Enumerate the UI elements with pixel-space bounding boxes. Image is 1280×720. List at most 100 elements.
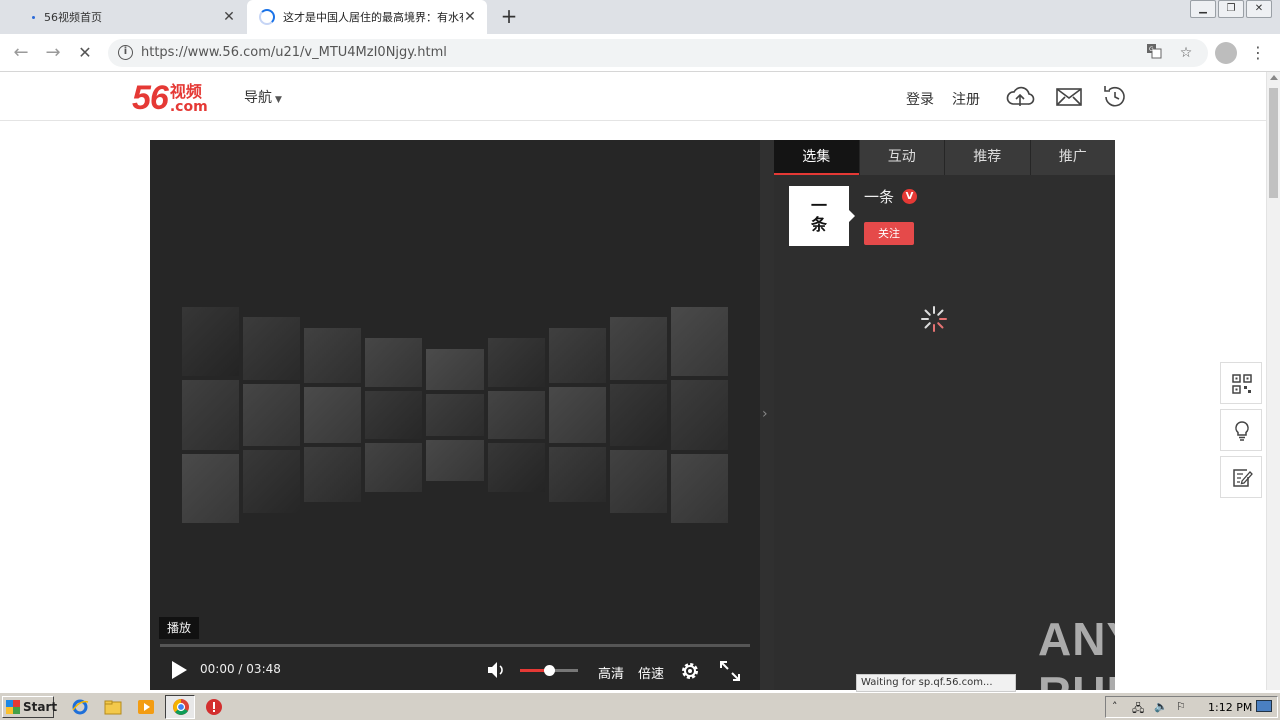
quality-button[interactable]: 高清 [598,663,624,682]
start-label: Start [23,700,58,714]
desktop-icon[interactable] [1256,700,1272,712]
tab-title: 56视频首页 [44,11,102,24]
speaker-icon[interactable]: 🔈 [1154,700,1168,713]
nav-dropdown[interactable]: 导航 ▼ [244,87,282,107]
follow-button[interactable]: 关注 [864,222,914,245]
translate-icon[interactable]: G [1144,43,1164,63]
poster-thumbnail [304,327,362,384]
tab-close-icon[interactable]: ✕ [463,10,477,24]
qrcode-button[interactable] [1220,362,1262,404]
media-player-icon[interactable] [137,698,155,716]
stop-loading-icon[interactable]: ✕ [74,42,96,64]
window-close-icon[interactable]: ✕ [1246,0,1272,18]
lightbulb-icon [1235,421,1249,441]
poster-thumbnail [670,380,728,450]
volume-slider[interactable] [520,665,578,676]
time-separator: / [238,662,243,676]
tab-title: 这才是中国人居住的最高境界：有水有 [283,11,463,24]
poster-thumbnail [548,327,606,384]
url-text[interactable]: https://www.56.com/u21/v_MTU4MzI0Njgy.ht… [141,45,447,60]
play-button[interactable] [168,659,190,681]
caret-down-icon: ▼ [275,95,282,105]
idea-button[interactable] [1220,409,1262,451]
bookmark-star-icon[interactable]: ☆ [1176,43,1196,63]
author-avatar[interactable]: 一 条 [789,186,849,246]
browser-menu-icon[interactable]: ⋮ [1250,42,1266,64]
video-player[interactable]: 播放 00:00 / 03:48 高清 倍速 [150,140,760,690]
edit-icon [1233,469,1253,487]
duration: 03:48 [246,662,281,676]
poster-thumbnail [487,338,545,387]
back-arrow-icon[interactable]: ← [10,42,32,64]
logo-number: 56 [132,79,169,117]
avatar-glyph: 一 条 [789,196,849,234]
site-logo[interactable]: 56 视频 .com [132,79,208,117]
forward-arrow-icon[interactable]: → [42,42,64,64]
profile-avatar-icon[interactable] [1215,42,1237,64]
site-info-icon[interactable]: i [118,45,133,60]
network-icon[interactable]: 🖧 [1132,700,1144,719]
feedback-button[interactable] [1220,456,1262,498]
poster-thumbnail [609,317,667,380]
scroll-up-icon[interactable] [1270,75,1278,80]
new-tab-button[interactable]: + [498,6,520,28]
speed-button[interactable]: 倍速 [638,663,664,682]
tab-episodes[interactable]: 选集 [774,140,859,175]
poster-thumbnail [304,387,362,443]
panel-collapse-toggle[interactable]: › [760,140,774,690]
register-link[interactable]: 注册 [952,89,980,109]
current-time: 00:00 [200,662,235,676]
scroll-thumb[interactable] [1269,88,1278,198]
poster-thumbnail [426,394,484,436]
windows-taskbar: Start ˄ 🖧 🔈 ⚐ 1:12 PM [0,692,1280,720]
restore-icon[interactable]: ❐ [1218,0,1244,18]
volume-knob[interactable] [544,665,555,676]
tab-56-home[interactable]: 56视频首页 ✕ [0,0,246,34]
poster-thumbnail [365,443,423,492]
window-controls: ▁ ❐ ✕ [1188,0,1272,18]
login-link[interactable]: 登录 [906,89,934,109]
tab-promote[interactable]: 推广 [1029,140,1115,175]
poster-thumbnail [243,317,301,380]
windows-logo-icon [6,700,20,714]
tab-recommend[interactable]: 推荐 [944,140,1030,175]
qrcode-icon [1232,374,1252,394]
poster-thumbnail [548,446,606,503]
explorer-folder-icon[interactable] [104,698,122,716]
tab-current-video[interactable]: 这才是中国人居住的最高境界：有水有 ✕ [247,0,487,34]
mail-icon[interactable] [1054,82,1084,112]
poster-thumbnail [670,453,728,523]
stop-sign-icon[interactable] [205,698,223,716]
chrome-taskbar-button[interactable] [165,695,195,719]
tab-interact[interactable]: 互动 [858,140,944,175]
ie-icon[interactable] [71,698,89,716]
panel-tabs: 选集 互动 推荐 推广 [774,140,1115,175]
settings-gear-icon[interactable] [678,659,702,683]
poster-thumbnail [365,390,423,440]
history-icon[interactable] [1100,82,1130,112]
play-tooltip: 播放 [159,617,200,639]
page-scrollbar[interactable] [1266,72,1280,690]
fullscreen-icon[interactable] [718,659,742,683]
loading-spinner-icon [920,305,948,333]
volume-icon[interactable] [486,659,508,681]
chrome-icon [173,699,189,715]
site-header: 56 视频 .com 导航 ▼ 登录 注册 [0,72,1266,121]
start-button[interactable]: Start [2,696,58,718]
minimize-icon[interactable]: ▁ [1190,0,1216,18]
flag-icon[interactable]: ⚐ [1176,700,1186,713]
author-name[interactable]: 一条 [864,186,894,207]
browser-tab-strip: 56视频首页 ✕ 这才是中国人居住的最高境界：有水有 ✕ + ▁ ❐ ✕ [0,0,1280,34]
progress-bar[interactable] [160,644,750,647]
status-bubble: Waiting for sp.qf.56.com... [856,674,1016,692]
poster-thumbnail [243,450,301,513]
clock: 1:12 PM [1208,701,1253,714]
verified-badge-icon: V [902,189,918,204]
tab-close-icon[interactable]: ✕ [222,10,236,24]
poster-thumbnail [365,338,423,387]
cloud-upload-icon[interactable] [1005,82,1035,112]
address-bar[interactable]: i https://www.56.com/u21/v_MTU4MzI0Njgy.… [108,39,1208,67]
avatar-line1: 一 [810,196,827,215]
poster-mosaic [180,305,730,525]
tray-expand-icon[interactable]: ˄ [1112,700,1118,713]
